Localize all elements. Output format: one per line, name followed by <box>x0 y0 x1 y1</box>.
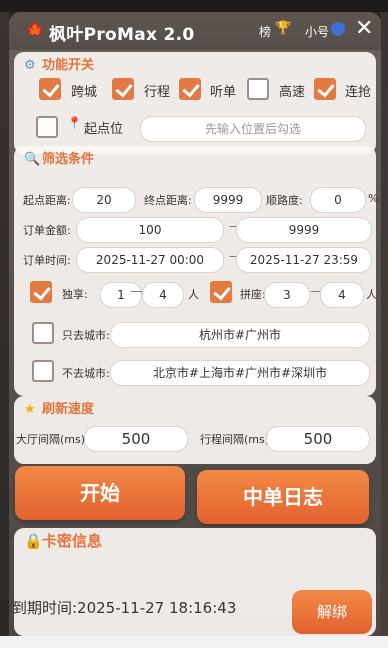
license-title: 🔒卡密信息 <box>24 532 103 550</box>
star-icon: ★ <box>24 402 36 417</box>
background-left <box>0 12 9 636</box>
end-distance-input[interactable]: 9999 <box>194 187 262 213</box>
percent-unit: % <box>368 192 379 205</box>
exclude-city-input[interactable]: 北京市#上海市#广州市#深圳市 <box>110 360 370 386</box>
label-order-amount: 订单金额: <box>23 224 71 237</box>
start-button[interactable]: 开始 <box>15 466 185 520</box>
order-log-button[interactable]: 中单日志 <box>197 470 369 524</box>
label-exclude-city: 不去城市: <box>62 367 110 380</box>
start-distance-input[interactable]: 20 <box>72 187 136 213</box>
label-exclusive: 独享: <box>62 288 88 301</box>
user-icon[interactable] <box>331 22 345 36</box>
mini-account-button[interactable]: 小号 <box>305 23 329 40</box>
checkbox-start-point[interactable] <box>36 116 58 138</box>
label-cross-city: 跨城 <box>71 85 98 100</box>
checkbox-listen[interactable] <box>179 78 201 100</box>
checkbox-cross-city[interactable] <box>39 78 61 100</box>
trophy-icon[interactable]: 🏆 <box>275 21 291 36</box>
rank-button[interactable]: 榜 <box>259 23 271 40</box>
checkbox-highway[interactable] <box>247 78 269 100</box>
label-start-point: 起点位 <box>84 122 124 137</box>
feature-switch-title: ⚙ 功能开关 <box>24 58 95 73</box>
label-trip-interval: 行程间隔(ms) <box>200 433 270 446</box>
label-start-distance: 起点距离: <box>23 194 71 207</box>
maple-leaf-icon: 🍁 <box>25 20 45 39</box>
carpool-max-input[interactable]: 4 <box>320 282 364 308</box>
close-button[interactable]: ✕ <box>355 18 373 40</box>
carpool-unit: 人 <box>366 288 377 301</box>
time-start-input[interactable]: 2025-11-27 00:00 <box>76 247 224 273</box>
gear-icon: ⚙ <box>24 58 36 73</box>
filter-card: 🔍 筛选条件 起点距离: 20 终点距离: 9999 顺路度: 0 % 订单金额:… <box>14 146 379 396</box>
carpool-min-input[interactable]: 3 <box>264 282 310 308</box>
only-city-input[interactable]: 杭州市#广州市 <box>110 322 370 348</box>
lock-icon: 🔒 <box>24 532 43 550</box>
start-point-input[interactable]: 先输入位置后勾选 <box>140 116 366 142</box>
time-end-input[interactable]: 2025-11-27 23:59 <box>236 247 372 273</box>
label-only-city: 只去城市: <box>62 329 110 342</box>
label-highway: 高速 <box>279 85 306 100</box>
label-carpool: 拼座: <box>240 288 266 301</box>
checkbox-exclusive[interactable] <box>30 281 52 303</box>
location-pin-icon: 📍 <box>67 116 82 130</box>
background-bottom <box>0 636 388 648</box>
filter-title: 🔍 筛选条件 <box>24 152 95 167</box>
label-route-match: 顺路度: <box>266 194 303 207</box>
expire-time: 到期时间:2025-11-27 18:16:43 <box>12 599 237 617</box>
checkbox-continuous-grab[interactable] <box>314 78 336 100</box>
route-match-input[interactable]: 0 <box>310 187 366 213</box>
search-icon: 🔍 <box>24 152 41 167</box>
refresh-card: ★ 刷新速度 大厅间隔(ms) 500 行程间隔(ms) 500 <box>14 396 376 464</box>
exclusive-max-input[interactable]: 4 <box>142 282 184 308</box>
app-window: 🍁 枫叶ProMax 2.0 榜 🏆 小号 ✕ ⚙ 功能开关 跨城 行程 听单 高… <box>9 12 381 636</box>
trip-interval-input[interactable]: 500 <box>266 426 370 452</box>
hall-interval-input[interactable]: 500 <box>84 426 188 452</box>
label-hall-interval: 大厅间隔(ms) <box>16 433 86 446</box>
amount-max-input[interactable]: 9999 <box>236 217 372 243</box>
exclusive-unit: 人 <box>188 288 199 301</box>
label-end-distance: 终点距离: <box>144 194 192 207</box>
label-continuous-grab: 连抢 <box>345 85 372 100</box>
unbind-button[interactable]: 解绑 <box>292 590 372 634</box>
license-card: 🔒卡密信息 到期时间:2025-11-27 18:16:43 解绑 <box>12 528 376 636</box>
status-bar <box>0 0 388 12</box>
checkbox-only-city[interactable] <box>32 322 54 344</box>
checkbox-exclude-city[interactable] <box>32 360 54 382</box>
feature-switch-card: ⚙ 功能开关 跨城 行程 听单 高速 连抢 📍 起点位 先输入位置后勾选 <box>14 52 376 154</box>
label-trip: 行程 <box>144 85 171 100</box>
amount-min-input[interactable]: 100 <box>76 217 224 243</box>
app-title: 枫叶ProMax 2.0 <box>49 25 195 45</box>
checkbox-trip[interactable] <box>112 78 134 100</box>
titlebar: 🍁 枫叶ProMax 2.0 榜 🏆 小号 ✕ <box>9 12 381 50</box>
checkbox-carpool[interactable] <box>210 281 232 303</box>
label-listen: 听单 <box>210 85 237 100</box>
background-right <box>380 12 388 636</box>
label-order-time: 订单时间: <box>23 254 71 267</box>
refresh-title: ★ 刷新速度 <box>24 402 95 417</box>
